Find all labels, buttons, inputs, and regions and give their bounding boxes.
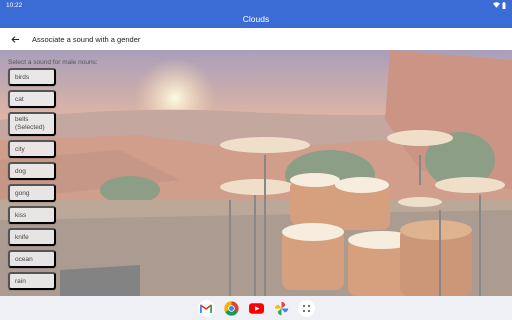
sound-button-kiss[interactable]: kiss [8, 206, 56, 224]
sound-button-rain[interactable]: rain [8, 272, 56, 290]
sound-button-ocean[interactable]: ocean [8, 250, 56, 268]
toolbar: Associate a sound with a gender [0, 28, 512, 50]
app-bar: Clouds [0, 10, 512, 28]
photos-icon[interactable] [273, 300, 290, 317]
navigation-dock [0, 296, 512, 320]
chrome-icon[interactable] [223, 300, 240, 317]
arrow-back-icon [10, 35, 19, 43]
sound-button-knife[interactable]: knife [8, 228, 56, 246]
page-title: Associate a sound with a gender [32, 34, 141, 44]
sound-button-dog[interactable]: dog [8, 162, 56, 180]
app-title: Clouds [242, 14, 270, 24]
youtube-icon[interactable] [248, 300, 265, 317]
sound-button-bells[interactable]: bells (Selected) [8, 112, 56, 136]
status-bar: 10:22 [0, 0, 512, 10]
wifi-icon [493, 2, 500, 8]
app-drawer-icon[interactable] [297, 299, 315, 317]
battery-icon [502, 1, 506, 9]
sound-button-birds[interactable]: birds [8, 68, 56, 86]
sound-picker: Select a sound for male nouns: birds cat… [0, 50, 512, 296]
status-icons [493, 1, 506, 9]
sound-button-cat[interactable]: cat [8, 90, 56, 108]
status-time: 10:22 [6, 1, 23, 9]
sound-list: birds cat bells (Selected) city dog gong… [8, 68, 56, 294]
sound-button-gong[interactable]: gong [8, 184, 56, 202]
back-button[interactable] [8, 32, 22, 46]
instruction-text: Select a sound for male nouns: [8, 59, 98, 66]
gmail-icon[interactable] [197, 299, 215, 317]
sound-button-city[interactable]: city [8, 140, 56, 158]
